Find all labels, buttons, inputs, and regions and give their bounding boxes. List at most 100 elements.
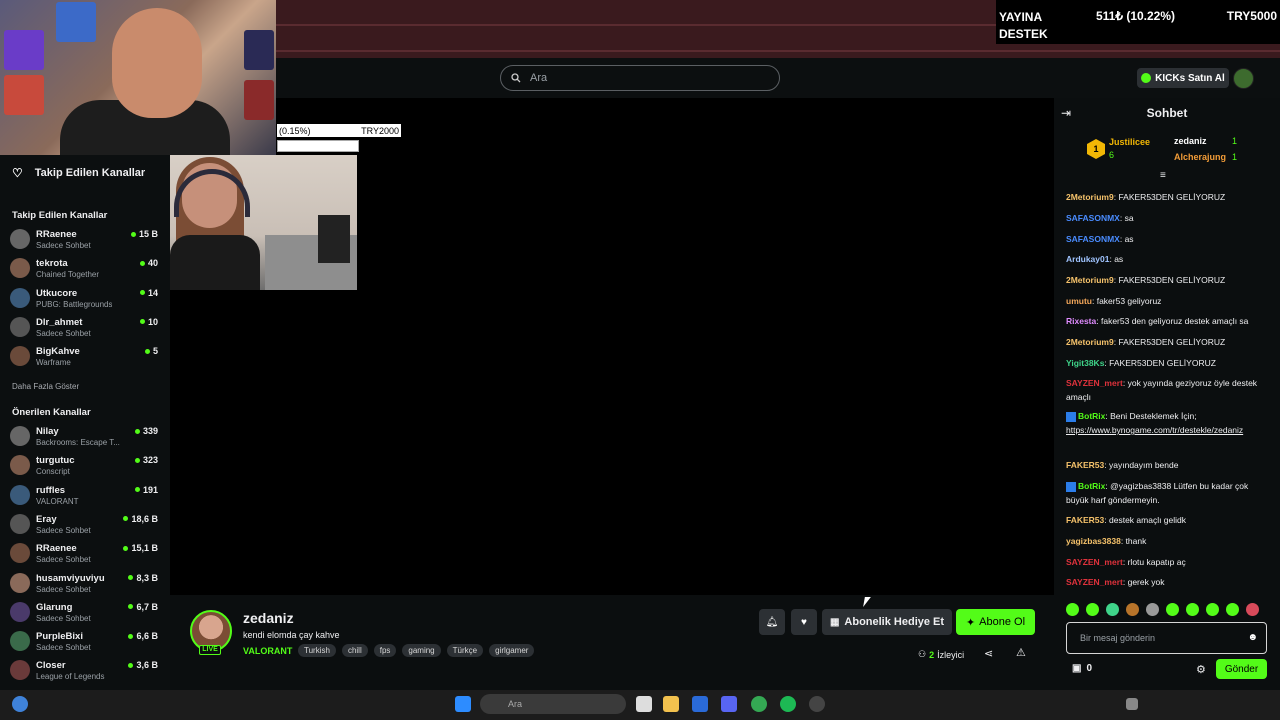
- channel-item[interactable]: Closer League of Legends 3,6 B: [10, 658, 160, 686]
- bot-badge-icon: [1066, 481, 1076, 492]
- channel-item[interactable]: Nilay Backrooms: Escape T... 339: [10, 424, 160, 452]
- chat-username[interactable]: Yigit38Ks: [1066, 358, 1104, 368]
- taskbar-search[interactable]: Ara: [480, 694, 626, 714]
- bell-icon: 🔔︎: [765, 616, 779, 628]
- chat-link[interactable]: https://www.bynogame.com/tr/destekle/zed…: [1066, 425, 1243, 435]
- channel-points[interactable]: ▣ 0: [1072, 663, 1092, 674]
- tag[interactable]: chill: [341, 644, 368, 657]
- chat-username[interactable]: umutu: [1066, 296, 1092, 306]
- emote-icon[interactable]: [1166, 603, 1179, 616]
- report-icon[interactable]: ⚠: [1016, 646, 1026, 659]
- follow-button[interactable]: ♥: [791, 609, 817, 635]
- chat-username[interactable]: BotRix: [1078, 411, 1105, 421]
- search-input[interactable]: Ara: [500, 65, 780, 91]
- tag[interactable]: Türkçe: [446, 644, 484, 657]
- discord-icon[interactable]: [721, 696, 737, 712]
- channel-item[interactable]: Eray Sadece Sohbet 18,6 B: [10, 512, 160, 540]
- subscribe-button[interactable]: ✦ Abone Ol: [956, 609, 1035, 635]
- search-placeholder: Ara: [530, 72, 548, 84]
- goal-percent: (0.15%): [279, 125, 311, 136]
- channel-item[interactable]: ruffles VALORANT 191: [10, 483, 160, 511]
- emote-icon[interactable]: [1106, 603, 1119, 616]
- tag[interactable]: girlgamer: [489, 644, 535, 657]
- network-icon[interactable]: [1126, 698, 1138, 710]
- top-gifter-name[interactable]: Justilicee: [1109, 137, 1150, 147]
- channel-item[interactable]: husamviyuviyu Sadece Sohbet 8,3 B: [10, 571, 160, 599]
- chat-username[interactable]: FAKER53: [1066, 460, 1104, 470]
- chat-username[interactable]: SAFASONMX: [1066, 234, 1120, 244]
- share-icon[interactable]: ⋖: [984, 647, 993, 660]
- channel-item[interactable]: Dlr_ahmet Sadece Sohbet 10: [10, 315, 160, 343]
- live-dot-icon: [128, 575, 134, 580]
- top-gifter-name[interactable]: zedaniz: [1174, 136, 1207, 146]
- buy-kicks-button[interactable]: KICKs Satın Al: [1137, 68, 1229, 88]
- video-player[interactable]: [357, 98, 1054, 595]
- tag[interactable]: fps: [373, 644, 397, 657]
- channel-avatar: [10, 229, 30, 249]
- user-avatar[interactable]: [1233, 68, 1254, 89]
- chat-username[interactable]: Rixesta: [1066, 316, 1096, 326]
- chat-username[interactable]: 2Metorium9: [1066, 275, 1114, 285]
- channel-name: BigKahve: [36, 346, 80, 358]
- file-explorer-icon[interactable]: [663, 696, 679, 712]
- chat-username[interactable]: SAFASONMX: [1066, 213, 1120, 223]
- chat-username[interactable]: Ardukay01: [1066, 254, 1109, 264]
- emote-icon[interactable]: [1146, 603, 1159, 616]
- emote-icon[interactable]: [1226, 603, 1239, 616]
- chat-text: Beni Desteklemek İçin;: [1110, 411, 1197, 421]
- channel-avatar: [10, 287, 30, 308]
- tag[interactable]: gaming: [402, 644, 441, 657]
- windows-start-icon[interactable]: [455, 696, 471, 712]
- emote-icon[interactable]: [1086, 603, 1099, 616]
- poster: [56, 2, 96, 42]
- tag[interactable]: Turkish: [298, 644, 336, 657]
- send-button[interactable]: Gönder: [1216, 659, 1267, 679]
- channel-item[interactable]: PurpleBixi Sadece Sohbet 6,6 B: [10, 629, 160, 657]
- task-view-icon[interactable]: [636, 696, 652, 712]
- obs-icon[interactable]: [809, 696, 825, 712]
- notification-bell-button[interactable]: 🔔︎: [759, 609, 785, 635]
- emote-icon[interactable]: [1206, 603, 1219, 616]
- channel-avatar: [10, 631, 30, 652]
- spotify-icon[interactable]: [780, 696, 796, 712]
- chat-username[interactable]: FAKER53: [1066, 515, 1104, 525]
- tag-list: Turkish chill fps gaming Türkçe girlgame…: [298, 644, 535, 657]
- channel-item[interactable]: RRaenee Sadece Sohbet 15,1 B: [10, 541, 160, 569]
- channel-category: Backrooms: Escape T...: [36, 438, 120, 447]
- chat-username[interactable]: 2Metorium9: [1066, 192, 1114, 202]
- channel-item[interactable]: Utkucore PUBG: Battlegrounds 14: [10, 286, 160, 314]
- chat-username[interactable]: SAYZEN_mert: [1066, 557, 1123, 567]
- channel-item[interactable]: BigKahve Warframe 5: [10, 344, 160, 372]
- chat-message: 2Metorium9: FAKER53DEN GELİYORUZ: [1066, 192, 1226, 202]
- channel-item[interactable]: tekrota Chained Together 40: [10, 256, 160, 284]
- emote-icon[interactable]: [1246, 603, 1259, 616]
- chrome-icon[interactable]: [751, 696, 767, 712]
- channel-category: Sadece Sohbet: [36, 584, 91, 594]
- chat-message-input[interactable]: Bir mesaj gönderin ☻: [1066, 622, 1267, 654]
- gear-icon[interactable]: ⚙: [1196, 663, 1206, 676]
- chat-username[interactable]: 2Metorium9: [1066, 337, 1114, 347]
- chat-username[interactable]: BotRix: [1078, 481, 1105, 491]
- emote-icon[interactable]: [1126, 603, 1139, 616]
- sidebar-header[interactable]: ♡ Takip Edilen Kanallar: [12, 166, 145, 180]
- chat-message: yagizbas3838: thank: [1066, 536, 1147, 546]
- category-link[interactable]: VALORANT: [243, 646, 292, 656]
- channel-avatar: [10, 316, 30, 337]
- channel-item[interactable]: turgutuc Conscript 323: [10, 453, 160, 481]
- top-gifter-name[interactable]: Alcherajung: [1174, 152, 1226, 162]
- gift-subscription-button[interactable]: ▦ Abonelik Hediye Et: [822, 609, 952, 635]
- chat-username[interactable]: SAYZEN_mert: [1066, 577, 1123, 587]
- channel-item[interactable]: RRaenee Sadece Sohbet 15 B: [10, 227, 160, 255]
- show-more-link[interactable]: Daha Fazla Göster: [12, 382, 79, 391]
- store-icon[interactable]: [692, 696, 708, 712]
- chat-username[interactable]: yagizbas3838: [1066, 536, 1121, 546]
- chat-username[interactable]: SAYZEN_mert: [1066, 378, 1123, 388]
- emoji-icon[interactable]: ☻: [1247, 632, 1258, 643]
- expand-icon[interactable]: ≡: [1160, 170, 1166, 181]
- emote-icon[interactable]: [1186, 603, 1199, 616]
- streamer-name[interactable]: zedaniz: [243, 610, 294, 626]
- weather-icon[interactable]: [12, 696, 28, 712]
- channel-item[interactable]: Glarung Sadece Sohbet 6,7 B: [10, 600, 160, 628]
- emote-icon[interactable]: [1066, 603, 1079, 616]
- gift-icon: ▦: [829, 616, 840, 628]
